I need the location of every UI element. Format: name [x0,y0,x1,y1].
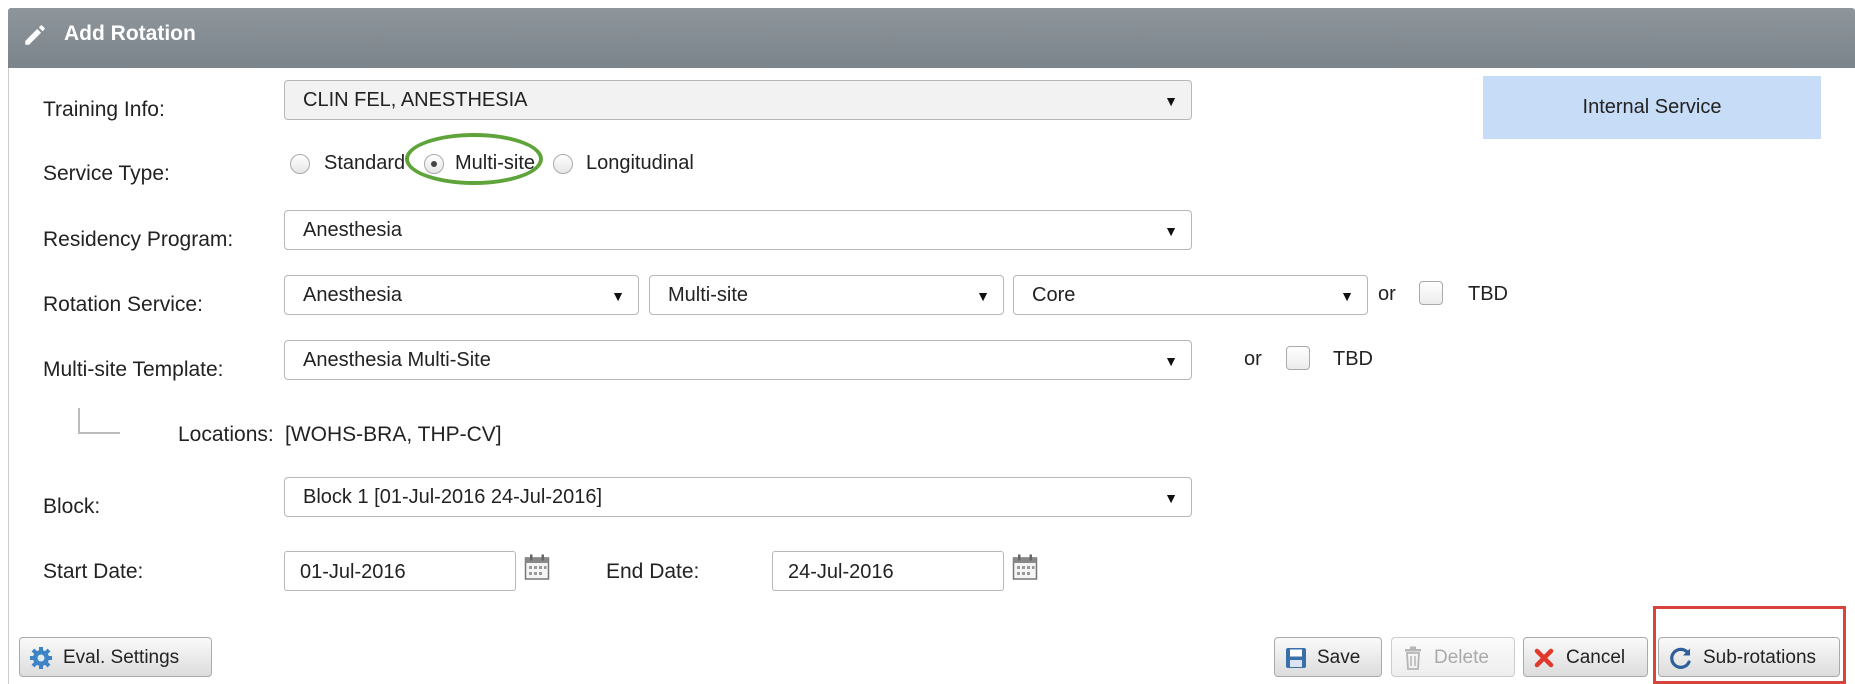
locations-label: Locations: [178,423,274,446]
rotation-type-select[interactable]: Multi-site ▼ [649,275,1004,315]
end-date-label: End Date: [606,560,700,583]
dropdown-arrow-icon: ▼ [1164,353,1178,369]
dropdown-arrow-icon: ▼ [611,288,625,304]
rotation-service-label: Rotation Service: [43,293,203,316]
internal-service-badge: Internal Service [1483,76,1821,139]
dropdown-arrow-icon: ▼ [1340,288,1354,304]
floppy-disk-icon [1286,648,1306,668]
template-or-text: or [1244,348,1262,370]
end-date-input[interactable]: 24-Jul-2016 [772,551,1004,591]
delete-button[interactable]: Delete [1391,637,1515,677]
tree-connector [78,408,120,434]
residency-program-label: Residency Program: [43,228,234,251]
pencil-icon [25,25,45,45]
residency-program-select[interactable]: Anesthesia ▼ [284,210,1192,250]
start-date-label: Start Date: [43,560,144,583]
highlight-ring [405,133,543,185]
cancel-button[interactable]: Cancel [1523,637,1648,677]
dropdown-arrow-icon: ▼ [1164,490,1178,506]
highlight-frame [1653,606,1846,684]
block-select[interactable]: Block 1 [01-Jul-2016 24-Jul-2016] ▼ [284,477,1192,517]
multisite-template-value: Anesthesia Multi-Site [303,349,491,371]
save-label: Save [1317,647,1361,668]
dropdown-arrow-icon: ▼ [976,288,990,304]
rotation-tbd-checkbox[interactable] [1419,281,1443,305]
rotation-subtype-select[interactable]: Core ▼ [1013,275,1368,315]
training-info-label: Training Info: [43,98,165,121]
cancel-label: Cancel [1566,647,1626,668]
multisite-template-select[interactable]: Anesthesia Multi-Site ▼ [284,340,1192,380]
gear-icon [30,647,52,669]
rotation-subtype-value: Core [1032,284,1076,306]
training-info-select[interactable]: CLIN FEL, ANESTHESIA ▼ [284,80,1192,120]
service-type-label: Service Type: [43,162,170,185]
radio-standard-label[interactable]: Standard [324,152,405,175]
locations-value: [WOHS-BRA, THP-CV] [285,423,502,446]
delete-label: Delete [1434,647,1489,668]
calendar-icon[interactable] [524,553,550,581]
block-value: Block 1 [01-Jul-2016 24-Jul-2016] [303,486,603,508]
block-label: Block: [43,495,101,518]
dropdown-arrow-icon: ▼ [1164,223,1178,239]
rotation-service-select[interactable]: Anesthesia ▼ [284,275,639,315]
template-tbd-label: TBD [1333,348,1373,370]
rotation-or-text: or [1378,283,1396,305]
training-info-value: CLIN FEL, ANESTHESIA [303,89,528,111]
dialog-title: Add Rotation [64,22,196,45]
rotation-tbd-label: TBD [1468,283,1508,305]
radio-longitudinal[interactable] [553,154,573,174]
trash-icon [1405,646,1421,670]
dropdown-arrow-icon: ▼ [1164,93,1178,109]
eval-settings-button[interactable]: Eval. Settings [19,637,212,677]
close-icon [1534,648,1554,668]
radio-standard[interactable] [290,154,310,174]
eval-settings-label: Eval. Settings [63,647,180,668]
template-tbd-checkbox[interactable] [1286,346,1310,370]
residency-program-value: Anesthesia [303,219,402,241]
dialog-border [8,68,9,684]
calendar-icon[interactable] [1012,553,1038,581]
dialog-header [8,8,1855,68]
multisite-template-label: Multi-site Template: [43,358,224,381]
end-date-value: 24-Jul-2016 [788,561,894,583]
start-date-value: 01-Jul-2016 [300,561,406,583]
rotation-type-value: Multi-site [668,284,749,306]
radio-longitudinal-label[interactable]: Longitudinal [586,152,694,175]
save-button[interactable]: Save [1274,637,1382,677]
start-date-input[interactable]: 01-Jul-2016 [284,551,516,591]
rotation-service-value: Anesthesia [303,284,402,306]
